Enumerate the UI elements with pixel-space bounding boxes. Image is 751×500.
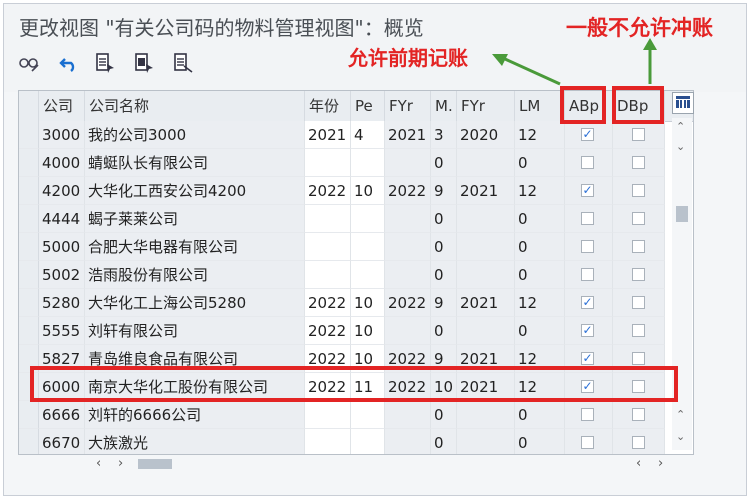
highlight-dbp-header bbox=[612, 86, 664, 124]
highlight-row-6000 bbox=[30, 366, 678, 402]
highlight-abp-header bbox=[560, 86, 606, 124]
arrow-head-up-icon bbox=[643, 38, 657, 50]
arrow-to-allow-label bbox=[504, 57, 561, 86]
annotation-arrows bbox=[492, 38, 657, 86]
